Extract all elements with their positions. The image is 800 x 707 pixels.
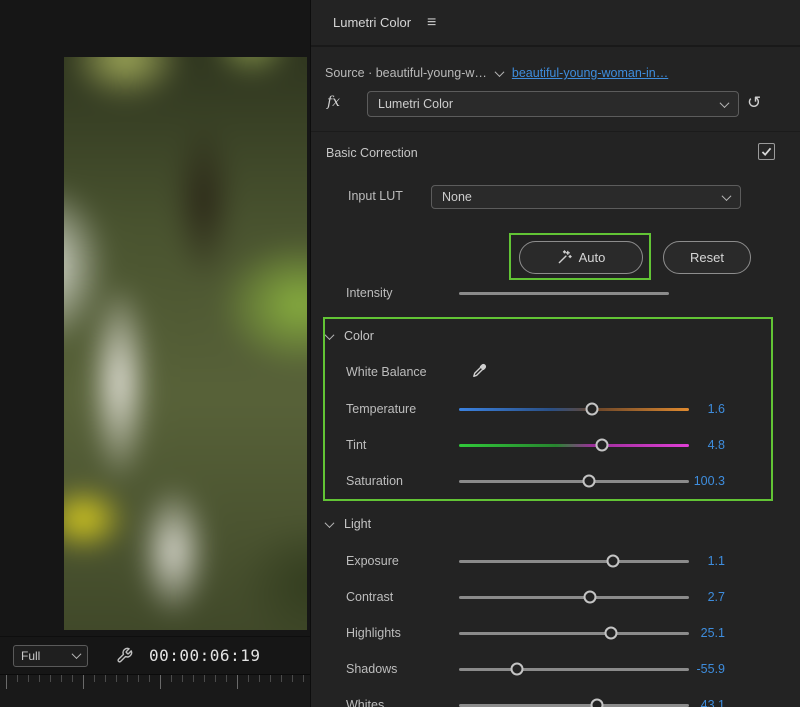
whites-row: Whites 43.1 [311,687,800,707]
eyedropper-icon[interactable] [471,363,487,382]
input-lut-value: None [442,190,472,204]
monitor-controls: Full 00:00:06:19 [0,636,310,674]
input-lut-select[interactable]: None [431,185,741,209]
basic-correction-label: Basic Correction [326,146,418,160]
basic-correction-header[interactable]: Basic Correction [311,140,800,166]
reset-button[interactable]: Reset [663,241,751,274]
white-balance-row: White Balance [311,354,800,390]
chevron-down-icon [72,649,82,659]
highlights-label: Highlights [346,626,401,640]
whites-label: Whites [346,698,384,707]
exposure-slider[interactable] [459,560,689,563]
intensity-row: Intensity [311,275,800,311]
temperature-value[interactable]: 1.6 [665,402,725,416]
saturation-slider-handle[interactable] [582,475,595,488]
whites-value[interactable]: 43.1 [665,698,725,707]
light-section-label: Light [344,517,371,531]
auto-button[interactable]: Auto [519,241,643,274]
wrench-icon[interactable] [116,647,133,664]
temperature-slider-handle[interactable] [586,403,599,416]
chevron-down-icon [722,191,732,201]
highlights-value[interactable]: 25.1 [665,626,725,640]
shadows-slider[interactable] [459,668,689,671]
input-lut-row: Input LUT None [311,184,800,210]
auto-button-label: Auto [579,250,606,265]
temperature-row: Temperature 1.6 [311,391,800,427]
whites-slider-handle[interactable] [591,699,604,707]
exposure-value[interactable]: 1.1 [665,554,725,568]
hamburger-menu-icon[interactable]: ≡ [427,14,436,32]
timeline-ruler[interactable] [0,674,310,707]
shadows-label: Shadows [346,662,397,676]
tint-row: Tint 4.8 [311,427,800,463]
contrast-label: Contrast [346,590,393,604]
effect-row: fx Lumetri Color ↺ [311,90,800,118]
lumetri-color-panel: Lumetri Color ≡ Source · beautiful-young… [310,0,800,707]
exposure-row: Exposure 1.1 [311,543,800,579]
tint-value[interactable]: 4.8 [665,438,725,452]
video-preview [64,57,307,630]
reset-effect-icon[interactable]: ↺ [747,93,761,113]
light-section-header[interactable]: Light [311,506,800,542]
contrast-slider[interactable] [459,596,689,599]
saturation-slider[interactable] [459,480,689,483]
zoom-level-value: Full [21,649,40,663]
highlights-slider[interactable] [459,632,689,635]
tint-slider-handle[interactable] [595,439,608,452]
temperature-slider[interactable] [459,408,689,411]
intensity-label: Intensity [346,286,393,300]
contrast-row: Contrast 2.7 [311,579,800,615]
exposure-slider-handle[interactable] [607,555,620,568]
chevron-expanded-icon [325,330,335,340]
shadows-row: Shadows -55.9 [311,651,800,687]
chevron-down-icon[interactable] [494,67,504,77]
section-divider [311,131,800,132]
whites-slider[interactable] [459,704,689,707]
source-row: Source · beautiful-young-w… beautiful-yo… [311,60,800,86]
color-section-label: Color [344,329,374,343]
zoom-level-select[interactable]: Full [13,645,88,667]
chevron-down-icon [720,98,730,108]
ruler-major-ticks [6,675,310,689]
panel-header: Lumetri Color ≡ [311,0,800,47]
saturation-label: Saturation [346,474,403,488]
color-section-header[interactable]: Color [311,318,800,354]
tint-label: Tint [346,438,366,452]
magic-wand-icon [557,250,572,265]
intensity-slider[interactable] [459,292,669,295]
app-window: Full 00:00:06:19 Lumetri Color ≡ Source … [0,0,800,707]
program-monitor: Full 00:00:06:19 [0,0,310,707]
effect-select[interactable]: Lumetri Color [367,91,739,117]
exposure-label: Exposure [346,554,399,568]
temperature-label: Temperature [346,402,416,416]
shadows-value[interactable]: -55.9 [665,662,725,676]
white-balance-label: White Balance [346,365,427,379]
basic-correction-checkbox[interactable] [758,143,775,160]
video-frame-image [64,57,307,630]
saturation-value[interactable]: 100.3 [665,474,725,488]
source-clip-label[interactable]: Source · beautiful-young-w… [325,66,487,80]
shadows-slider-handle[interactable] [510,663,523,676]
highlights-slider-handle[interactable] [604,627,617,640]
highlights-row: Highlights 25.1 [311,615,800,651]
source-clip-link[interactable]: beautiful-young-woman-in… [512,66,668,80]
contrast-value[interactable]: 2.7 [665,590,725,604]
input-lut-label: Input LUT [348,189,403,203]
fx-icon: fx [327,94,340,110]
chevron-expanded-icon [325,518,335,528]
effect-select-value: Lumetri Color [378,97,453,111]
tint-slider[interactable] [459,444,689,447]
reset-button-label: Reset [690,250,724,265]
timecode: 00:00:06:19 [149,646,260,665]
panel-title: Lumetri Color [333,15,411,30]
contrast-slider-handle[interactable] [584,591,597,604]
saturation-row: Saturation 100.3 [311,463,800,499]
